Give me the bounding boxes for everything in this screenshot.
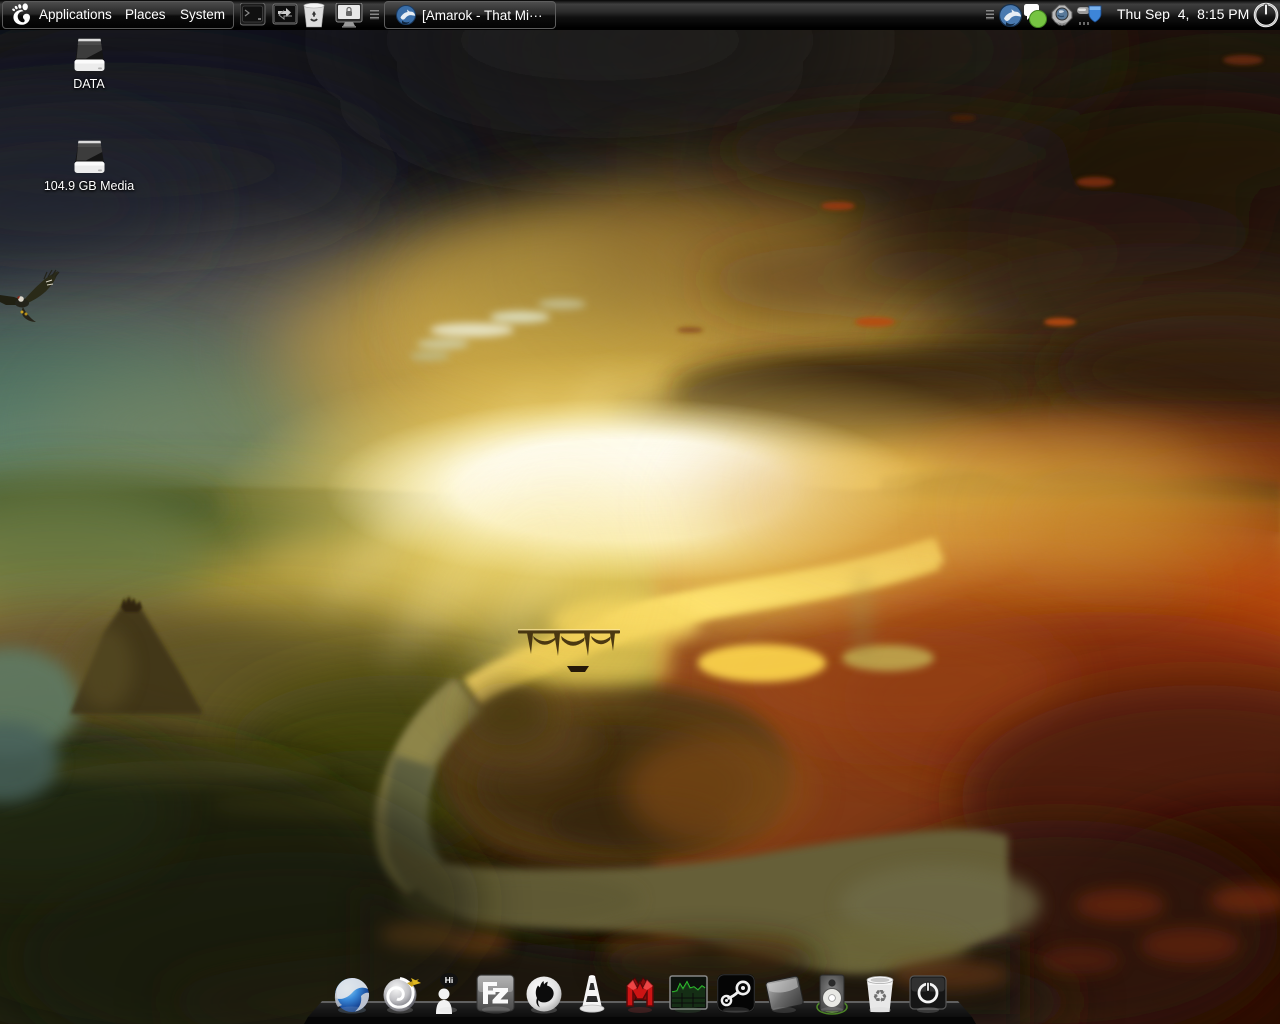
svg-text:Hi: Hi [445, 975, 454, 985]
